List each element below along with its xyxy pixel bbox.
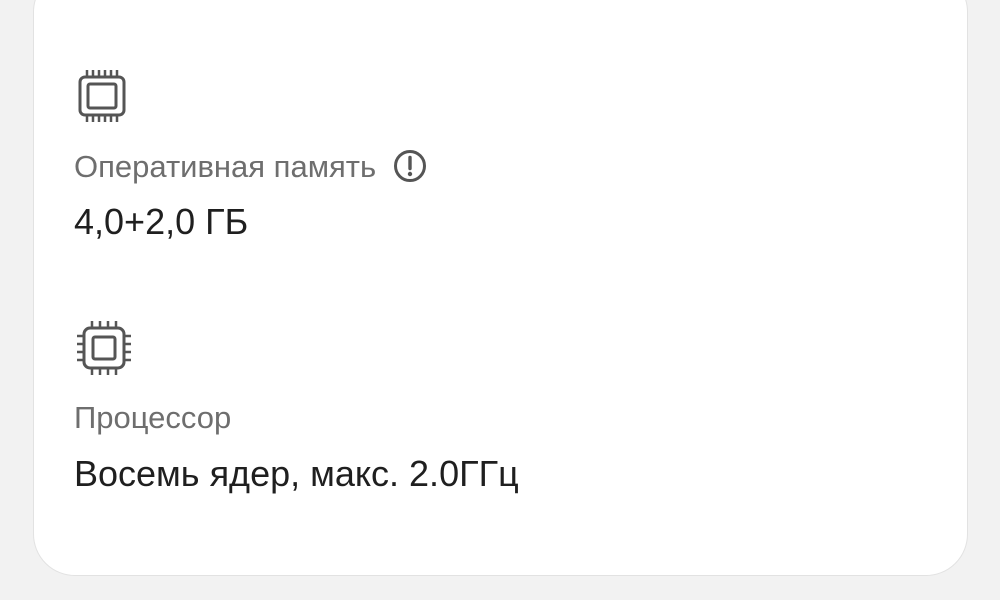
info-exclamation-icon[interactable] [392, 148, 428, 184]
processor-chip-icon [77, 321, 131, 375]
cpu-label-row: Процессор [74, 399, 231, 435]
ram-value: 4,0+2,0 ГБ [74, 201, 249, 242]
cpu-value: Восемь ядер, макс. 2.0ГГц [74, 453, 519, 494]
ram-label-row: Оперативная память [74, 148, 428, 184]
ram-label: Оперативная память [74, 148, 377, 184]
memory-chip-icon [78, 70, 126, 122]
cpu-label: Процессор [74, 399, 232, 435]
